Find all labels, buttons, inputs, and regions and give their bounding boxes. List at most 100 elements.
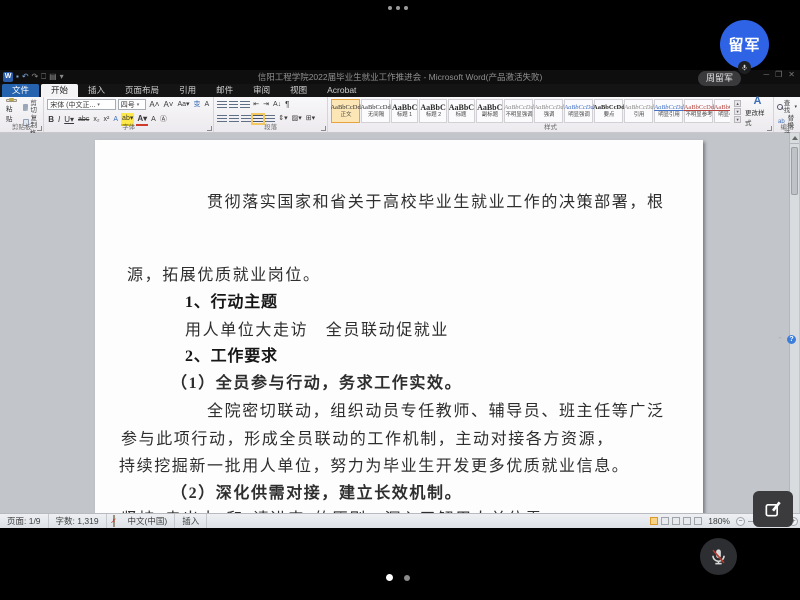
style-item[interactable]: AaBbC 副标题 bbox=[476, 99, 503, 123]
decrease-indent-button[interactable]: ⇤ bbox=[252, 99, 260, 110]
clipboard-dialog-launcher-icon[interactable] bbox=[37, 126, 42, 131]
style-item[interactable]: AaBbCcDd 不明显强调 bbox=[504, 99, 533, 123]
insert-mode-status[interactable]: 插入 bbox=[175, 514, 207, 528]
style-item[interactable]: AaBbC 标题 1 bbox=[391, 99, 418, 123]
document-text-line: 持续挖掘新一批用人单位，努力为毕业生开发更多优质就业信息。 bbox=[119, 452, 629, 476]
find-icon bbox=[777, 104, 782, 111]
styles-group-label: 样式 bbox=[328, 123, 773, 132]
spellcheck-status-icon[interactable] bbox=[113, 515, 115, 527]
paste-icon bbox=[6, 99, 17, 102]
zoom-level[interactable]: 180% bbox=[705, 516, 733, 526]
style-item[interactable]: AaBbCcDd 引用 bbox=[624, 99, 653, 123]
multilevel-list-button[interactable] bbox=[240, 101, 250, 109]
pager-dot-active[interactable] bbox=[386, 574, 393, 581]
paste-button[interactable]: 粘贴 bbox=[3, 99, 20, 123]
close-icon[interactable]: ✕ bbox=[788, 70, 795, 79]
style-item[interactable]: AaBbCcDd 正文 bbox=[331, 99, 360, 123]
document-text-line: 2、工作要求 bbox=[185, 342, 278, 366]
language-status[interactable]: 中文(中国) bbox=[121, 514, 176, 528]
zoom-out-icon[interactable]: − bbox=[736, 517, 745, 526]
font-family-select[interactable]: 宋体 (中文正...▾ bbox=[47, 99, 116, 110]
presenter-mic-badge-icon bbox=[738, 61, 751, 74]
outline-view-button[interactable] bbox=[683, 517, 691, 525]
annotation-button[interactable] bbox=[753, 491, 793, 527]
ribbon-tab[interactable]: 审阅 bbox=[243, 84, 280, 97]
style-item[interactable]: AaBbCcDd 明显强调 bbox=[564, 99, 593, 123]
word-count-status[interactable]: 字数: 1,319 bbox=[49, 514, 107, 528]
font-size-select[interactable]: 四号▾ bbox=[118, 99, 147, 110]
ribbon-tab[interactable]: 文件 bbox=[2, 84, 39, 97]
show-marks-button[interactable]: ¶ bbox=[284, 99, 290, 110]
more-options-dots-icon[interactable] bbox=[388, 6, 408, 10]
distribute-button[interactable] bbox=[265, 115, 275, 123]
fullscreen-view-button[interactable] bbox=[661, 517, 669, 525]
increase-indent-button[interactable]: ⇥ bbox=[262, 99, 270, 110]
justify-button[interactable] bbox=[253, 115, 263, 123]
presenter-name-label: 周留军 bbox=[698, 71, 741, 86]
ribbon-tab[interactable]: 引用 bbox=[169, 84, 206, 97]
gallery-down-icon[interactable]: ▼ bbox=[734, 108, 741, 115]
character-border-button[interactable]: A bbox=[204, 99, 211, 110]
style-item[interactable]: AaBbCcDd 明显参考 bbox=[714, 99, 730, 123]
document-text-line: 参与此项行动，形成全员联动的工作机制，主动对接各方资源， bbox=[121, 425, 614, 449]
find-button[interactable]: 查找▾ bbox=[777, 100, 797, 114]
ribbon-tab[interactable]: 视图 bbox=[280, 84, 317, 97]
ribbon-tabs: 文件开始插入页面布局引用邮件审阅视图Acrobat bbox=[0, 84, 800, 97]
style-item[interactable]: AaBbCcDd 强调 bbox=[534, 99, 563, 123]
ribbon-tab[interactable]: 邮件 bbox=[206, 84, 243, 97]
help-icon[interactable]: ? bbox=[787, 335, 796, 344]
gallery-up-icon[interactable]: ▲ bbox=[734, 100, 741, 107]
cut-button[interactable]: 剪切 bbox=[23, 100, 40, 114]
styles-dialog-launcher-icon[interactable] bbox=[767, 126, 772, 131]
align-left-button[interactable] bbox=[217, 115, 227, 123]
document-text-line: （2）深化供需对接，建立长效机制。 bbox=[171, 479, 462, 503]
ribbon-tab[interactable]: 开始 bbox=[41, 84, 78, 97]
web-layout-view-button[interactable] bbox=[672, 517, 680, 525]
sort-button[interactable]: A↓ bbox=[272, 99, 282, 110]
ribbon-tab[interactable]: 插入 bbox=[78, 84, 115, 97]
bullets-button[interactable] bbox=[217, 101, 227, 109]
print-layout-view-button[interactable] bbox=[650, 517, 658, 525]
clipboard-group: 粘贴 剪切 复制 格式刷 剪贴板 bbox=[0, 97, 44, 132]
document-text-line: 坚持“走出去”和“请进来”的原则，深入了解用人单位需 bbox=[121, 505, 543, 513]
change-case-button[interactable]: Aa▾ bbox=[176, 99, 190, 110]
paragraph-dialog-launcher-icon[interactable] bbox=[321, 126, 326, 131]
ribbon-tab[interactable]: 页面布局 bbox=[115, 84, 169, 97]
editing-group-label: 编辑 bbox=[774, 123, 800, 132]
document-canvas: 贯彻落实国家和省关于高校毕业生就业工作的决策部署，根源，拓展优质就业岗位。 1、行… bbox=[0, 133, 800, 513]
document-text-line: 全院密切联动，组织动员专任教师、辅导员、班主任等广泛 bbox=[207, 397, 665, 421]
document-text-line: 源，拓展优质就业岗位。 bbox=[127, 261, 321, 285]
document-text-line: 1、行动主题 bbox=[185, 288, 278, 312]
collapse-ribbon-icon[interactable]: ⌃ bbox=[777, 336, 783, 344]
word-window: W ▪ ↶ ↷ ⎕ ▤ ▾ 信阳工程学院2022届毕业生就业工作推进会 - Mi… bbox=[0, 70, 800, 526]
change-styles-button[interactable]: A 更改样式 bbox=[745, 99, 770, 123]
align-right-button[interactable] bbox=[241, 115, 251, 123]
restore-icon[interactable]: ❐ bbox=[775, 70, 782, 79]
style-item[interactable]: AaBbCcDd 无间隔 bbox=[361, 99, 390, 123]
pager-dot[interactable] bbox=[404, 575, 410, 581]
style-item[interactable]: AaBbC 标题 bbox=[448, 99, 475, 123]
document-page[interactable]: 贯彻落实国家和省关于高校毕业生就业工作的决策部署，根源，拓展优质就业岗位。 1、行… bbox=[95, 140, 703, 513]
gallery-more-icon[interactable]: ▼ bbox=[734, 116, 741, 123]
style-gallery: AaBbCcDd 正文 AaBbCcDd 无间隔 AaBbC 标题 1 AaBb… bbox=[331, 99, 730, 123]
phonetic-guide-button[interactable]: 变 bbox=[193, 99, 202, 110]
font-group: 宋体 (中文正...▾ 四号▾ A˄ A˅ Aa▾ 变 A B I U▾ abc… bbox=[44, 97, 214, 132]
page-indicator[interactable] bbox=[386, 574, 410, 581]
grow-font-button[interactable]: A˄ bbox=[148, 99, 160, 110]
font-dialog-launcher-icon[interactable] bbox=[207, 126, 212, 131]
style-item[interactable]: AaBbC 标题 2 bbox=[419, 99, 446, 123]
numbering-button[interactable] bbox=[229, 101, 238, 109]
minimize-icon[interactable]: ─ bbox=[763, 70, 769, 79]
mic-mute-button[interactable] bbox=[700, 538, 737, 575]
page-count-status[interactable]: 页面: 1/9 bbox=[0, 514, 49, 528]
style-gallery-arrows: ▲ ▼ ▼ bbox=[733, 99, 742, 123]
scroll-up-icon[interactable] bbox=[790, 133, 799, 144]
align-center-button[interactable] bbox=[229, 115, 239, 123]
document-text-line: 贯彻落实国家和省关于高校毕业生就业工作的决策部署，根 bbox=[207, 188, 665, 212]
style-item[interactable]: AaBbCcDd 不明显参考 bbox=[684, 99, 713, 123]
style-item[interactable]: AaBbCcDd 明显引用 bbox=[654, 99, 683, 123]
style-item[interactable]: AaBbCcDd 要点 bbox=[594, 99, 623, 123]
draft-view-button[interactable] bbox=[694, 517, 702, 525]
ribbon-tab[interactable]: Acrobat bbox=[317, 84, 366, 97]
shrink-font-button[interactable]: A˅ bbox=[162, 99, 174, 110]
